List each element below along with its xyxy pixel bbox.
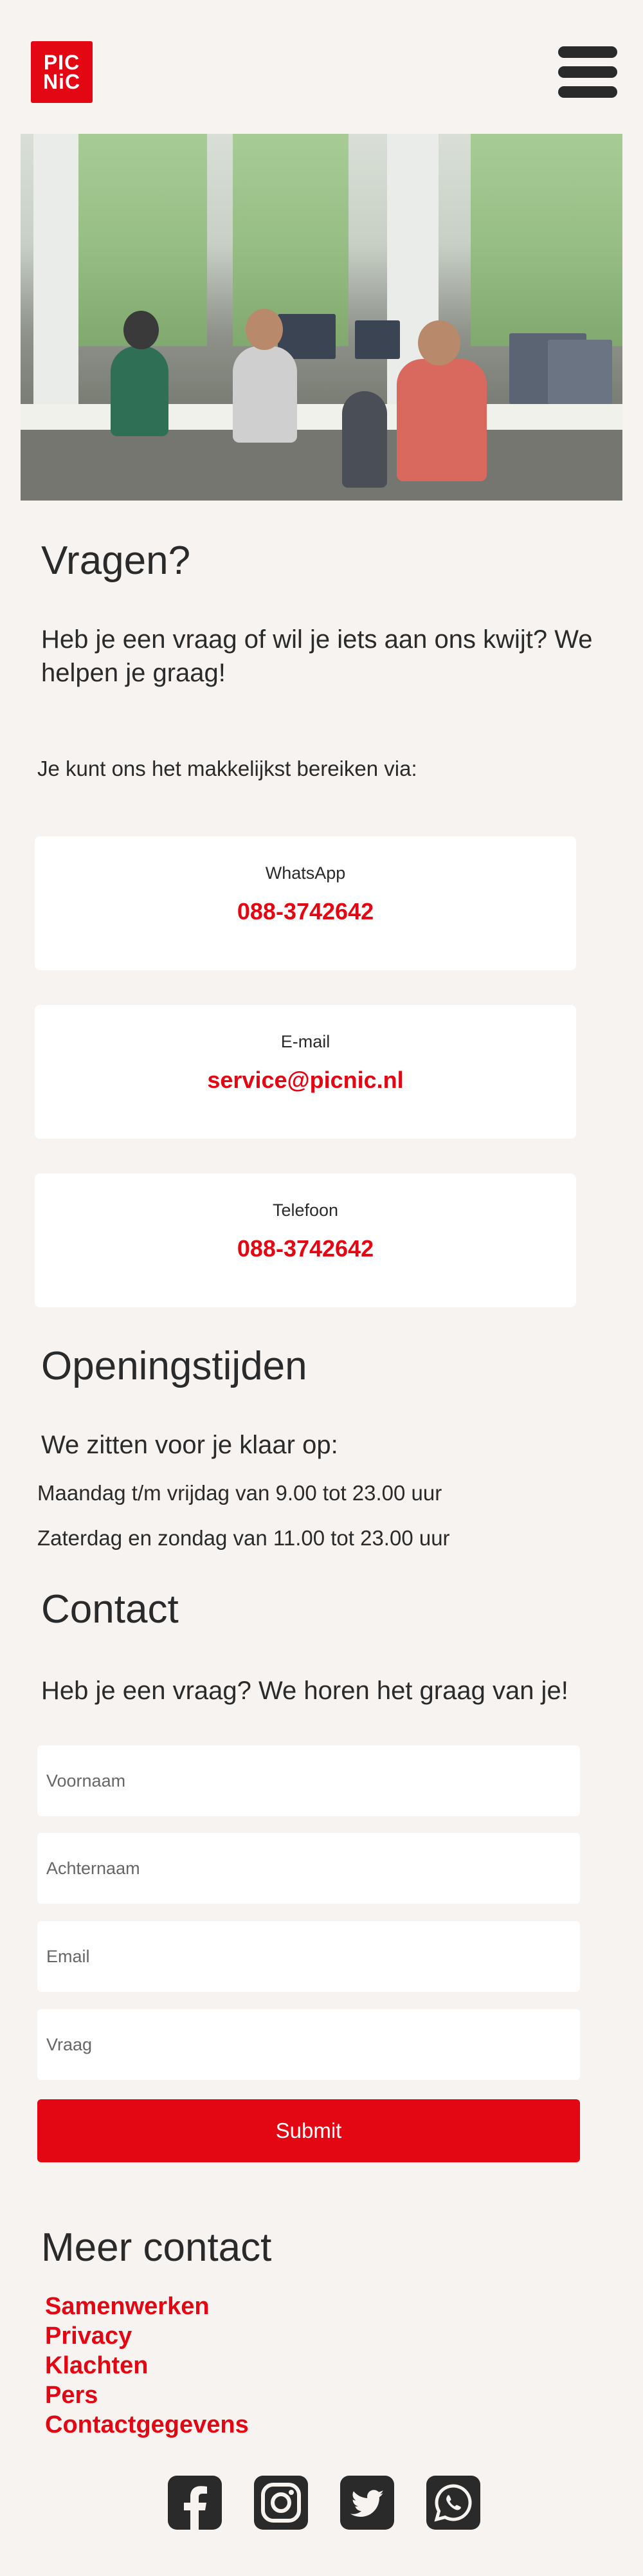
whatsapp-icon[interactable] bbox=[426, 2476, 480, 2530]
opening-hours-lead: We zitten voor je klaar op: bbox=[41, 1431, 338, 1459]
question-input[interactable] bbox=[37, 2009, 580, 2080]
opening-hours-title: Openingstijden bbox=[41, 1344, 307, 1388]
hours-weekdays: Maandag t/m vrijdag van 9.00 tot 23.00 u… bbox=[37, 1481, 442, 1505]
monitor bbox=[548, 340, 612, 404]
card-whatsapp[interactable]: WhatsApp 088-3742642 bbox=[35, 836, 576, 970]
instagram-icon[interactable] bbox=[254, 2476, 308, 2530]
menu-bar bbox=[558, 46, 617, 58]
person-white-shirt bbox=[233, 346, 297, 443]
floor bbox=[21, 430, 622, 501]
link-klachten[interactable]: Klachten bbox=[45, 2351, 249, 2380]
office-chair bbox=[342, 391, 387, 488]
logo-line-2: NiC bbox=[42, 70, 81, 93]
hours-weekend: Zaterdag en zondag van 11.00 tot 23.00 u… bbox=[37, 1526, 450, 1550]
questions-lead: Heb je een vraag of wil je iets aan ons … bbox=[41, 625, 593, 687]
twitter-icon[interactable] bbox=[340, 2476, 394, 2530]
link-contactgegevens[interactable]: Contactgegevens bbox=[45, 2410, 249, 2440]
hero-office-photo bbox=[21, 134, 622, 501]
first-name-input[interactable] bbox=[37, 1745, 580, 1816]
facebook-icon[interactable] bbox=[168, 2476, 222, 2530]
email-input[interactable] bbox=[37, 1921, 580, 1992]
card-email[interactable]: E-mail service@picnic.nl bbox=[35, 1005, 576, 1139]
monitor bbox=[355, 320, 400, 359]
whatsapp-number-link[interactable]: 088-3742642 bbox=[35, 898, 576, 925]
hamburger-menu-icon[interactable] bbox=[558, 46, 617, 98]
contact-lead: Heb je een vraag? We horen het graag van… bbox=[41, 1677, 568, 1705]
logo-line-1: PIC bbox=[43, 51, 80, 74]
questions-title: Vragen? bbox=[41, 538, 191, 583]
link-samenwerken[interactable]: Samenwerken bbox=[45, 2292, 249, 2321]
window-pane bbox=[471, 134, 622, 346]
more-contact-links: Samenwerken Privacy Klachten Pers Contac… bbox=[45, 2292, 249, 2440]
email-address-link[interactable]: service@picnic.nl bbox=[35, 1067, 576, 1094]
last-name-input[interactable] bbox=[37, 1833, 580, 1904]
link-privacy[interactable]: Privacy bbox=[45, 2321, 249, 2351]
card-phone[interactable]: Telefoon 088-3742642 bbox=[35, 1173, 576, 1307]
menu-bar bbox=[558, 66, 617, 78]
person-green-shirt bbox=[111, 346, 168, 436]
person-head bbox=[418, 320, 460, 365]
card-label: Telefoon bbox=[272, 1201, 339, 1220]
contact-title: Contact bbox=[41, 1587, 179, 1632]
card-label: WhatsApp bbox=[265, 863, 346, 883]
submit-button[interactable]: Submit bbox=[37, 2099, 580, 2162]
person-head bbox=[123, 311, 159, 349]
person-red-shirt bbox=[397, 359, 487, 481]
menu-bar bbox=[558, 86, 617, 98]
picnic-logo[interactable]: PIC NiC bbox=[31, 41, 93, 103]
person-head bbox=[246, 309, 283, 350]
link-pers[interactable]: Pers bbox=[45, 2380, 249, 2410]
reach-text: Je kunt ons het makkelijkst bereiken via… bbox=[37, 757, 417, 780]
card-label: E-mail bbox=[280, 1032, 331, 1051]
phone-number-link[interactable]: 088-3742642 bbox=[35, 1235, 576, 1262]
more-contact-title: Meer contact bbox=[41, 2225, 272, 2270]
site-header: PIC NiC bbox=[0, 0, 643, 135]
